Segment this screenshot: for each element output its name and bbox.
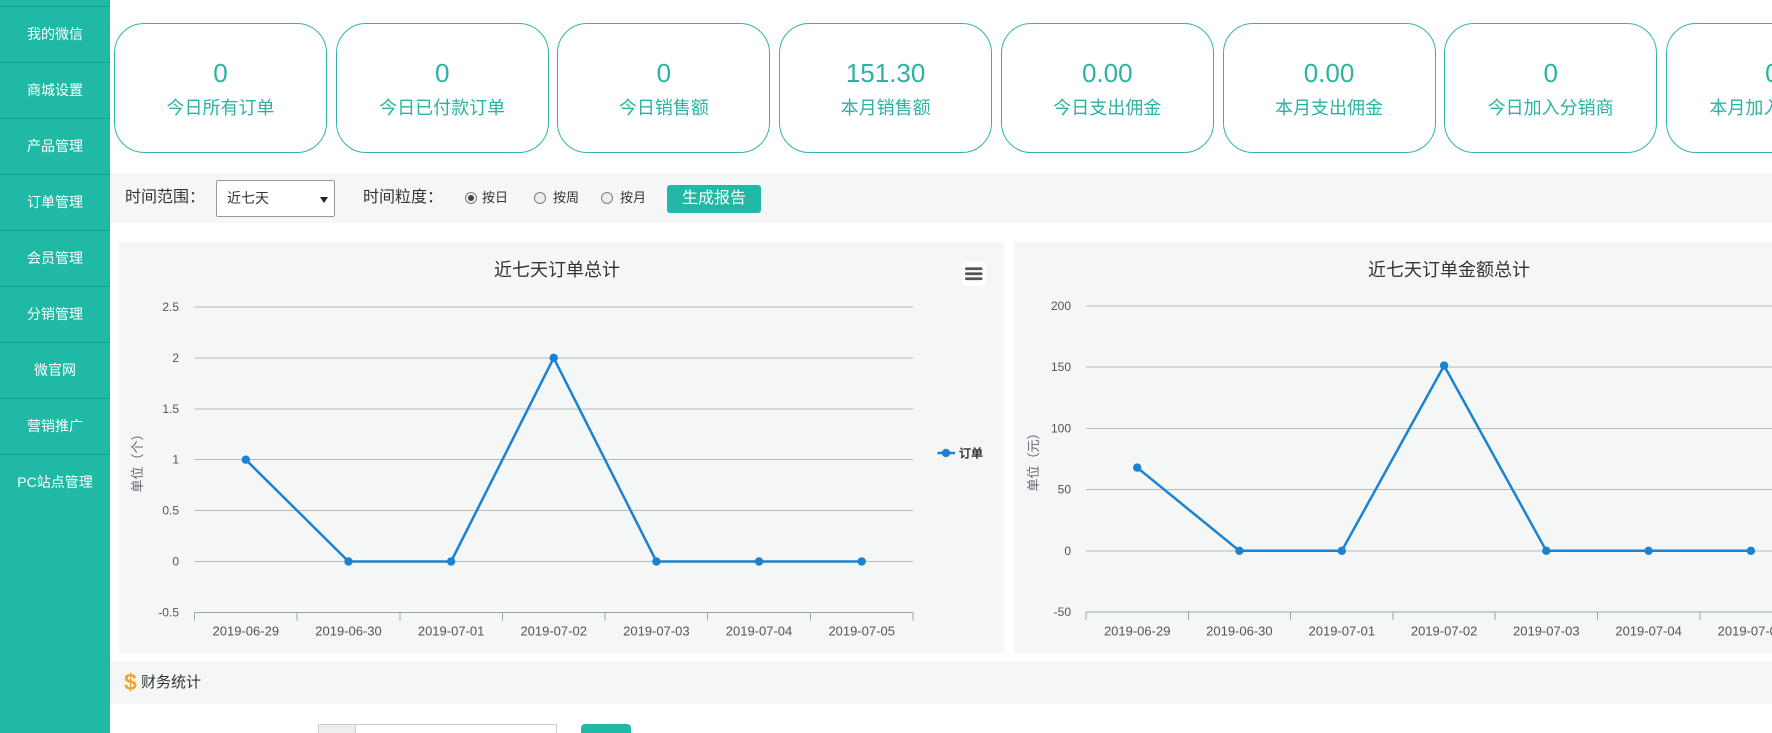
svg-text:单位（元）: 单位（元）: [1026, 426, 1041, 491]
svg-text:2019-07-01: 2019-07-01: [1309, 624, 1376, 639]
svg-text:0.5: 0.5: [162, 504, 179, 518]
svg-text:2019-07-02: 2019-07-02: [520, 624, 587, 639]
svg-text:0: 0: [1064, 544, 1071, 558]
svg-text:2019-07-03: 2019-07-03: [623, 624, 690, 639]
svg-text:200: 200: [1051, 299, 1071, 313]
svg-text:2: 2: [172, 351, 179, 365]
svg-text:1.5: 1.5: [162, 402, 179, 416]
svg-text:单位（个）: 单位（个）: [130, 427, 145, 492]
svg-text:100: 100: [1051, 421, 1071, 435]
svg-text:2.5: 2.5: [162, 300, 179, 314]
svg-text:近七天订单总计: 近七天订单总计: [494, 260, 620, 280]
svg-text:2019-07-02: 2019-07-02: [1411, 624, 1478, 639]
svg-text:2019-06-29: 2019-06-29: [1104, 624, 1171, 639]
svg-text:-50: -50: [1054, 605, 1072, 619]
svg-text:2019-06-29: 2019-06-29: [213, 624, 279, 639]
svg-text:订单: 订单: [959, 446, 983, 461]
svg-text:近七天订单金额总计: 近七天订单金额总计: [1368, 260, 1530, 280]
svg-text:2019-06-30: 2019-06-30: [1206, 624, 1273, 639]
svg-text:2019-07-01: 2019-07-01: [418, 624, 485, 639]
svg-text:2019-07-05: 2019-07-05: [1718, 624, 1772, 639]
svg-text:2019-07-03: 2019-07-03: [1513, 624, 1580, 639]
svg-text:2019-07-04: 2019-07-04: [1615, 624, 1682, 639]
svg-text:50: 50: [1058, 483, 1072, 497]
svg-text:0: 0: [172, 555, 179, 569]
svg-text:150: 150: [1051, 360, 1071, 374]
svg-text:2019-07-04: 2019-07-04: [726, 624, 793, 639]
svg-text:-0.5: -0.5: [158, 605, 179, 619]
svg-text:2019-06-30: 2019-06-30: [315, 624, 382, 639]
svg-text:2019-07-05: 2019-07-05: [828, 624, 895, 639]
svg-text:1: 1: [172, 453, 179, 467]
